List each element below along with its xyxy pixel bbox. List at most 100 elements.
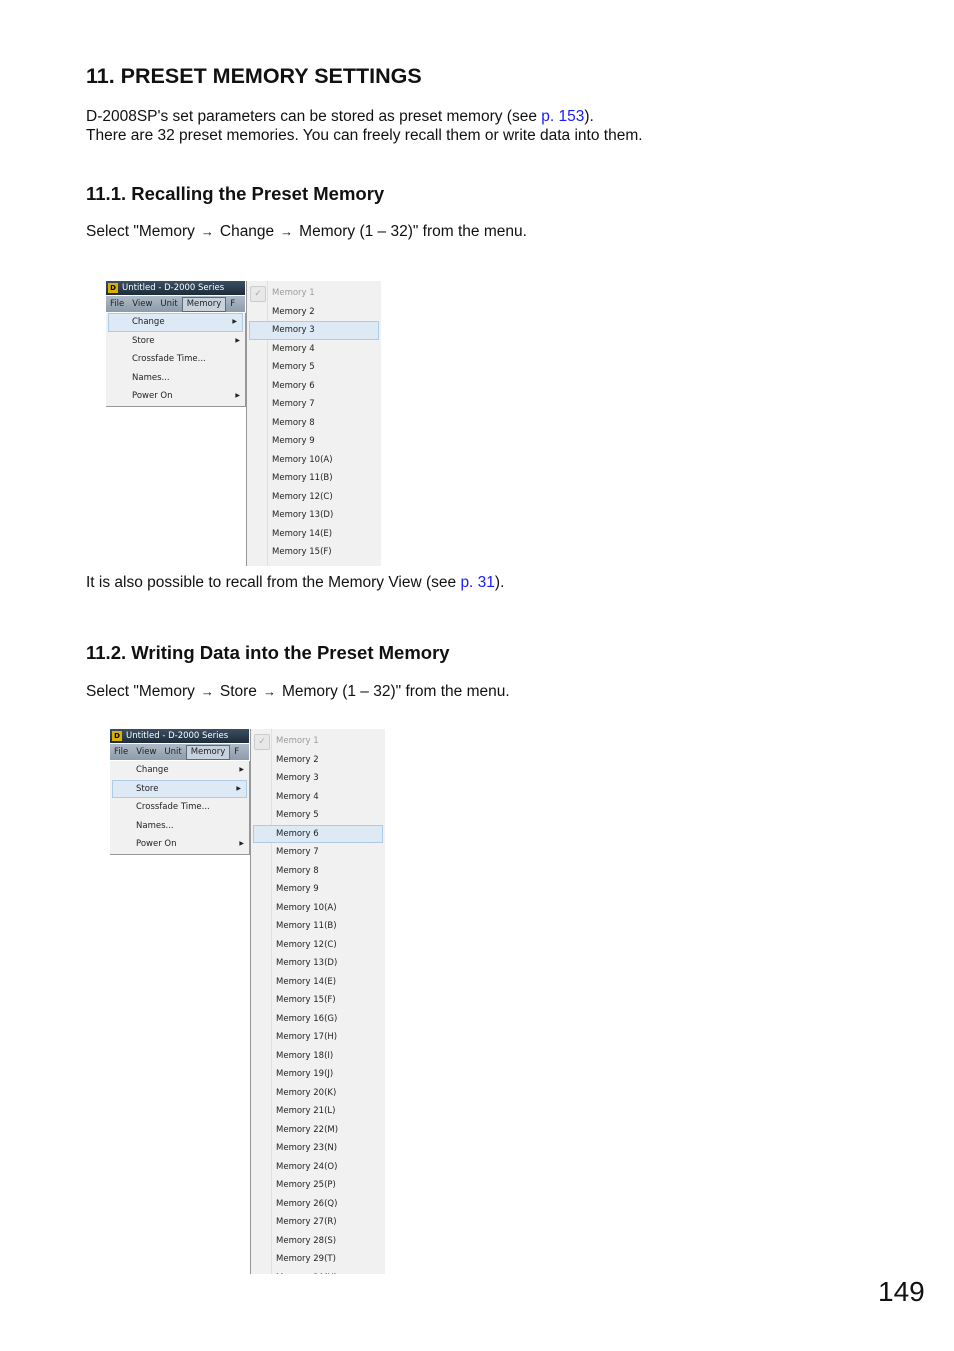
submenu-item-memory-14[interactable]: Memory 14(E) xyxy=(251,973,385,992)
menu-item-store[interactable]: Store ▶ xyxy=(112,779,247,798)
submenu-item-memory-2[interactable]: Memory 2 xyxy=(247,303,381,322)
submenu-item-memory-15[interactable]: Memory 15(F) xyxy=(247,543,381,562)
submenu-item-memory-18[interactable]: Memory 18(I) xyxy=(251,1047,385,1066)
menu-item-label: Power On xyxy=(132,391,173,401)
menu-item-names[interactable]: Names... xyxy=(106,369,245,388)
submenu-item-label: Memory 11(B) xyxy=(276,921,337,931)
menu-item-power-on[interactable]: Power On ▶ xyxy=(110,835,249,854)
submenu-arrow-icon: ▶ xyxy=(235,336,240,344)
instr-part: Select "Memory xyxy=(86,223,195,240)
submenu-item-memory-12[interactable]: Memory 12(C) xyxy=(251,936,385,955)
submenu-item-memory-8[interactable]: Memory 8 xyxy=(247,414,381,433)
screenshot-recall-menu: D Untitled - D-2000 Series File View Unit Mem… xyxy=(106,281,382,566)
submenu-item-memory-17[interactable]: Memory 17(H) xyxy=(251,1028,385,1047)
submenu-item-memory-29[interactable]: Memory 29(T) xyxy=(251,1250,385,1269)
menu-item-label: Store xyxy=(132,335,155,346)
submenu-item-memory-10[interactable]: Memory 10(A) xyxy=(251,899,385,918)
menu-memory[interactable]: Memory xyxy=(185,745,231,760)
instr-part: Memory (1 – 32)" from the menu. xyxy=(281,683,510,700)
submenu-item-label: Memory 13(D) xyxy=(272,510,334,520)
submenu-item-memory-3[interactable]: Memory 3 xyxy=(249,321,379,340)
submenu-item-memory-25[interactable]: Memory 25(P) xyxy=(251,1176,385,1195)
submenu-arrow-icon: ▶ xyxy=(232,318,237,325)
submenu-item-memory-6[interactable]: Memory 6 xyxy=(247,377,381,396)
submenu-item-memory-13[interactable]: Memory 13(D) xyxy=(247,506,381,525)
page-number: 149 xyxy=(878,1276,925,1307)
submenu-item-memory-15[interactable]: Memory 15(F) xyxy=(251,991,385,1010)
submenu-item-memory-10[interactable]: Memory 10(A) xyxy=(247,451,381,470)
instr-part: Change xyxy=(219,223,275,240)
menu-f[interactable]: F xyxy=(230,744,243,760)
submenu-item-memory-9[interactable]: Memory 9 xyxy=(247,432,381,451)
arrow-icon: → xyxy=(200,684,214,699)
window-title-bar: D Untitled - D-2000 Series xyxy=(106,281,245,295)
submenu-item-memory-13[interactable]: Memory 13(D) xyxy=(251,954,385,973)
checkmark-icon: ✓ xyxy=(250,286,266,302)
menu-item-names[interactable]: Names... xyxy=(110,817,249,836)
submenu-item-label: Memory 6 xyxy=(276,828,319,839)
submenu-item-label: Memory 1 xyxy=(276,736,319,746)
app-logo-icon: D xyxy=(112,731,122,741)
submenu-item-label: Memory 8 xyxy=(276,865,319,876)
instr-part: Store xyxy=(219,683,257,700)
submenu-item-label: Memory 14(E) xyxy=(272,528,333,539)
submenu-item-memory-3[interactable]: Memory 3 xyxy=(251,769,385,788)
menu-view[interactable]: View xyxy=(132,744,160,760)
menu-f[interactable]: F xyxy=(226,296,239,312)
menu-item-power-on[interactable]: Power On ▶ xyxy=(106,387,245,406)
menu-unit[interactable]: Unit xyxy=(156,296,181,312)
menu-item-label: Names... xyxy=(132,372,170,383)
manual-page: 11. PRESET MEMORY SETTINGS D-2008SP's se… xyxy=(0,0,954,1351)
submenu-item-memory-20[interactable]: Memory 20(K) xyxy=(251,1084,385,1103)
intro-text-end: ). xyxy=(584,108,594,125)
submenu-item-label: Memory 18(I) xyxy=(276,1050,334,1061)
submenu-item-memory-22[interactable]: Memory 22(M) xyxy=(251,1121,385,1140)
page-link-153[interactable]: p. 153 xyxy=(541,108,584,125)
menu-item-crossfade-time[interactable]: Crossfade Time... xyxy=(110,798,249,817)
submenu-item-memory-28[interactable]: Memory 28(S) xyxy=(251,1232,385,1251)
submenu-item-memory-4[interactable]: Memory 4 xyxy=(251,788,385,807)
submenu-item-memory-4[interactable]: Memory 4 xyxy=(247,340,381,359)
submenu-item-memory-5[interactable]: Memory 5 xyxy=(247,358,381,377)
submenu-arrow-icon: ▶ xyxy=(239,840,244,847)
submenu-item-label: Memory 10(A) xyxy=(276,902,337,913)
arrow-icon: → xyxy=(280,224,294,239)
menu-unit[interactable]: Unit xyxy=(160,744,185,760)
submenu-item-memory-7[interactable]: Memory 7 xyxy=(251,843,385,862)
submenu-item-memory-2[interactable]: Memory 2 xyxy=(251,751,385,770)
submenu-item-memory-11[interactable]: Memory 11(B) xyxy=(251,917,385,936)
menu-item-change[interactable]: Change ▶ xyxy=(110,761,249,780)
menu-file[interactable]: File xyxy=(110,744,132,760)
menu-view[interactable]: View xyxy=(128,296,156,312)
submenu-item-memory-26[interactable]: Memory 26(Q) xyxy=(251,1195,385,1214)
submenu-item-memory-12[interactable]: Memory 12(C) xyxy=(247,488,381,507)
submenu-item-memory-19[interactable]: Memory 19(J) xyxy=(251,1065,385,1084)
page-link-31[interactable]: p. 31 xyxy=(460,574,494,591)
menu-file[interactable]: File xyxy=(106,296,128,312)
submenu-item-label: Memory 10(A) xyxy=(272,454,333,465)
menu-item-label: Names... xyxy=(136,820,174,831)
submenu-item-memory-24[interactable]: Memory 24(O) xyxy=(251,1158,385,1177)
menu-item-change[interactable]: Change ▶ xyxy=(108,313,243,332)
submenu-item-memory-27[interactable]: Memory 27(R) xyxy=(251,1213,385,1232)
menu-bar: File View Unit Memory F xyxy=(110,744,249,760)
submenu-item-memory-6[interactable]: Memory 6 xyxy=(253,824,383,843)
submenu-item-memory-14[interactable]: Memory 14(E) xyxy=(247,525,381,544)
submenu-item-memory-23[interactable]: Memory 23(N) xyxy=(251,1139,385,1158)
submenu-item-memory-16[interactable]: Memory 16(G) xyxy=(251,1010,385,1029)
submenu-item-memory-11[interactable]: Memory 11(B) xyxy=(247,469,381,488)
submenu-item-memory-30[interactable]: Memory 30(U) xyxy=(251,1269,385,1275)
submenu-item-memory-21[interactable]: Memory 21(L) xyxy=(251,1102,385,1121)
menu-memory[interactable]: Memory xyxy=(181,297,227,312)
menu-item-crossfade-time[interactable]: Crossfade Time... xyxy=(106,350,245,369)
submenu-item-memory-8[interactable]: Memory 8 xyxy=(251,862,385,881)
menu-item-store[interactable]: Store ▶ xyxy=(106,332,245,351)
submenu-item-label: Memory 22(M) xyxy=(276,1124,339,1135)
submenu-item-label: Memory 4 xyxy=(272,343,315,354)
submenu-item-memory-5[interactable]: Memory 5 xyxy=(251,806,385,825)
submenu-item-label: Memory 23(N) xyxy=(276,1143,338,1153)
memory-submenu: ✓ Memory 1 Memory 2 Memory 3 Memory 4 Memory … xyxy=(250,729,385,1274)
submenu-item-memory-9[interactable]: Memory 9 xyxy=(251,880,385,899)
submenu-item-memory-7[interactable]: Memory 7 xyxy=(247,395,381,414)
memory-dropdown: Change ▶ Store ▶ Crossfade Time... Names... Po… xyxy=(110,761,250,855)
